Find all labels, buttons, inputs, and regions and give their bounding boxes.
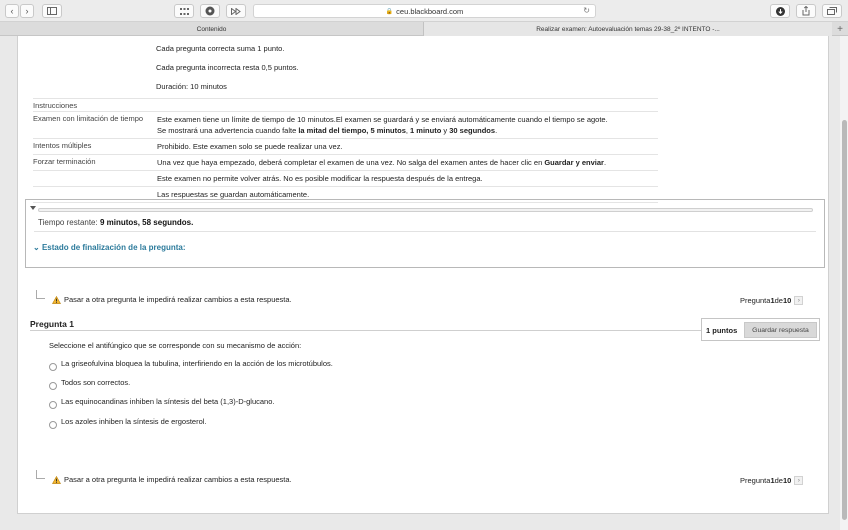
time-progress-bar bbox=[38, 208, 813, 212]
radio-option-3[interactable] bbox=[49, 401, 57, 409]
return-arrow-icon bbox=[36, 290, 45, 299]
intentos-text: Prohibido. Este examen solo se puede rea… bbox=[157, 142, 343, 151]
tab-contenido[interactable]: Contenido bbox=[0, 22, 424, 36]
question-pager-bottom: Pregunta 1 de 10 › bbox=[740, 476, 804, 485]
forzar-text: Una vez que haya empezado, deberá comple… bbox=[157, 158, 607, 167]
radio-option-2[interactable] bbox=[49, 382, 57, 390]
sidebar-icon bbox=[47, 7, 57, 15]
no-volver-text: Este examen no permite volver atrás. No … bbox=[157, 174, 483, 183]
radio-option-1[interactable] bbox=[49, 363, 57, 371]
grid-icon bbox=[179, 7, 189, 15]
tab-realizar-examen[interactable]: Realizar examen: Autoevaluación temas 29… bbox=[424, 22, 832, 36]
share-button[interactable] bbox=[796, 4, 816, 18]
download-icon bbox=[775, 6, 785, 16]
question-points-box: 1 puntos Guardar respuesta bbox=[701, 318, 820, 341]
url-text: ceu.blackboard.com bbox=[396, 6, 464, 16]
exam-info-table: Instrucciones Examen con limitación de t… bbox=[33, 98, 658, 203]
extension-button[interactable] bbox=[200, 4, 220, 18]
share-icon bbox=[802, 6, 810, 16]
navigation-warning-bottom: Pasar a otra pregunta le impedirá realiz… bbox=[52, 475, 292, 484]
time-remaining: Tiempo restante: 9 minutos, 58 segundos. bbox=[38, 218, 194, 227]
row-intentos: Intentos múltiples Prohibido. Este exame… bbox=[33, 138, 658, 154]
collapse-toggle-icon[interactable] bbox=[30, 206, 36, 210]
extension-icon bbox=[205, 6, 215, 16]
answer-option[interactable]: Las equinocandinas inhiben la síntesis d… bbox=[49, 394, 274, 409]
question-title: Pregunta 1 bbox=[30, 319, 74, 329]
fast-forward-icon bbox=[231, 7, 241, 15]
page-content: Cada pregunta correcta suma 1 punto. Cad… bbox=[17, 36, 829, 514]
tab-bar: Contenido Realizar examen: Autoevaluació… bbox=[0, 22, 848, 36]
forward-button[interactable]: › bbox=[20, 4, 34, 18]
next-question-icon[interactable]: › bbox=[794, 476, 804, 485]
forzar-label: Forzar terminación bbox=[33, 157, 96, 166]
chevron-right-icon: › bbox=[25, 6, 29, 16]
limite-text: Este examen tiene un límite de tiempo de… bbox=[157, 115, 608, 135]
answer-option[interactable]: Los azoles inhiben la síntesis de ergost… bbox=[49, 414, 207, 429]
intentos-label: Intentos múltiples bbox=[33, 141, 92, 150]
question-pager-top: Pregunta 1 de 10 › bbox=[740, 296, 804, 305]
row-instrucciones: Instrucciones bbox=[33, 98, 658, 111]
return-arrow-icon bbox=[36, 470, 45, 479]
warning-icon bbox=[52, 475, 61, 484]
tabs-icon bbox=[827, 7, 837, 15]
browser-toolbar: ‹ › 🔒 ceu.blackboard.com ↻ bbox=[0, 0, 848, 22]
tabs-overview-button[interactable] bbox=[822, 4, 842, 18]
rule-duration: Duración: 10 minutos bbox=[156, 82, 227, 91]
navigation-warning-top: Pasar a otra pregunta le impedirá realiz… bbox=[52, 295, 292, 304]
row-forzar: Forzar terminación Una vez que haya empe… bbox=[33, 154, 658, 170]
answer-option[interactable]: Todos son correctos. bbox=[49, 375, 130, 390]
save-answer-button[interactable]: Guardar respuesta bbox=[744, 322, 817, 338]
address-bar[interactable]: 🔒 ceu.blackboard.com ↻ bbox=[253, 4, 596, 18]
reload-icon[interactable]: ↻ bbox=[583, 6, 590, 15]
exam-status-panel: Tiempo restante: 9 minutos, 58 segundos.… bbox=[25, 199, 825, 268]
completion-status-toggle[interactable]: ⌄ Estado de finalización de la pregunta: bbox=[33, 243, 186, 252]
question-points: 1 puntos bbox=[706, 326, 738, 335]
chevron-down-icon: ⌄ bbox=[33, 243, 42, 252]
question-prompt: Seleccione el antifúngico que se corresp… bbox=[49, 341, 302, 350]
page-scrollbar[interactable] bbox=[840, 36, 848, 530]
rule-correct: Cada pregunta correcta suma 1 punto. bbox=[156, 44, 285, 53]
limite-label: Examen con limitación de tiempo bbox=[33, 114, 144, 123]
scrollbar-thumb[interactable] bbox=[842, 120, 847, 520]
chevron-left-icon: ‹ bbox=[10, 6, 14, 16]
row-no-volver: Este examen no permite volver atrás. No … bbox=[33, 170, 658, 186]
grid-button[interactable] bbox=[174, 4, 194, 18]
radio-option-4[interactable] bbox=[49, 421, 57, 429]
downloads-button[interactable] bbox=[770, 4, 790, 18]
back-button[interactable]: ‹ bbox=[5, 4, 19, 18]
new-tab-icon[interactable]: + bbox=[832, 22, 848, 36]
next-question-icon[interactable]: › bbox=[794, 296, 804, 305]
answer-option[interactable]: La griseofulvina bloquea la tubulina, in… bbox=[49, 356, 333, 371]
reader-button[interactable] bbox=[226, 4, 246, 18]
lock-icon: 🔒 bbox=[385, 8, 394, 15]
instrucciones-label: Instrucciones bbox=[33, 101, 78, 110]
row-limite: Examen con limitación de tiempo Este exa… bbox=[33, 111, 658, 138]
sidebar-button[interactable] bbox=[42, 4, 62, 18]
warning-icon bbox=[52, 295, 61, 304]
rule-incorrect: Cada pregunta incorrecta resta 0,5 punto… bbox=[156, 63, 299, 72]
